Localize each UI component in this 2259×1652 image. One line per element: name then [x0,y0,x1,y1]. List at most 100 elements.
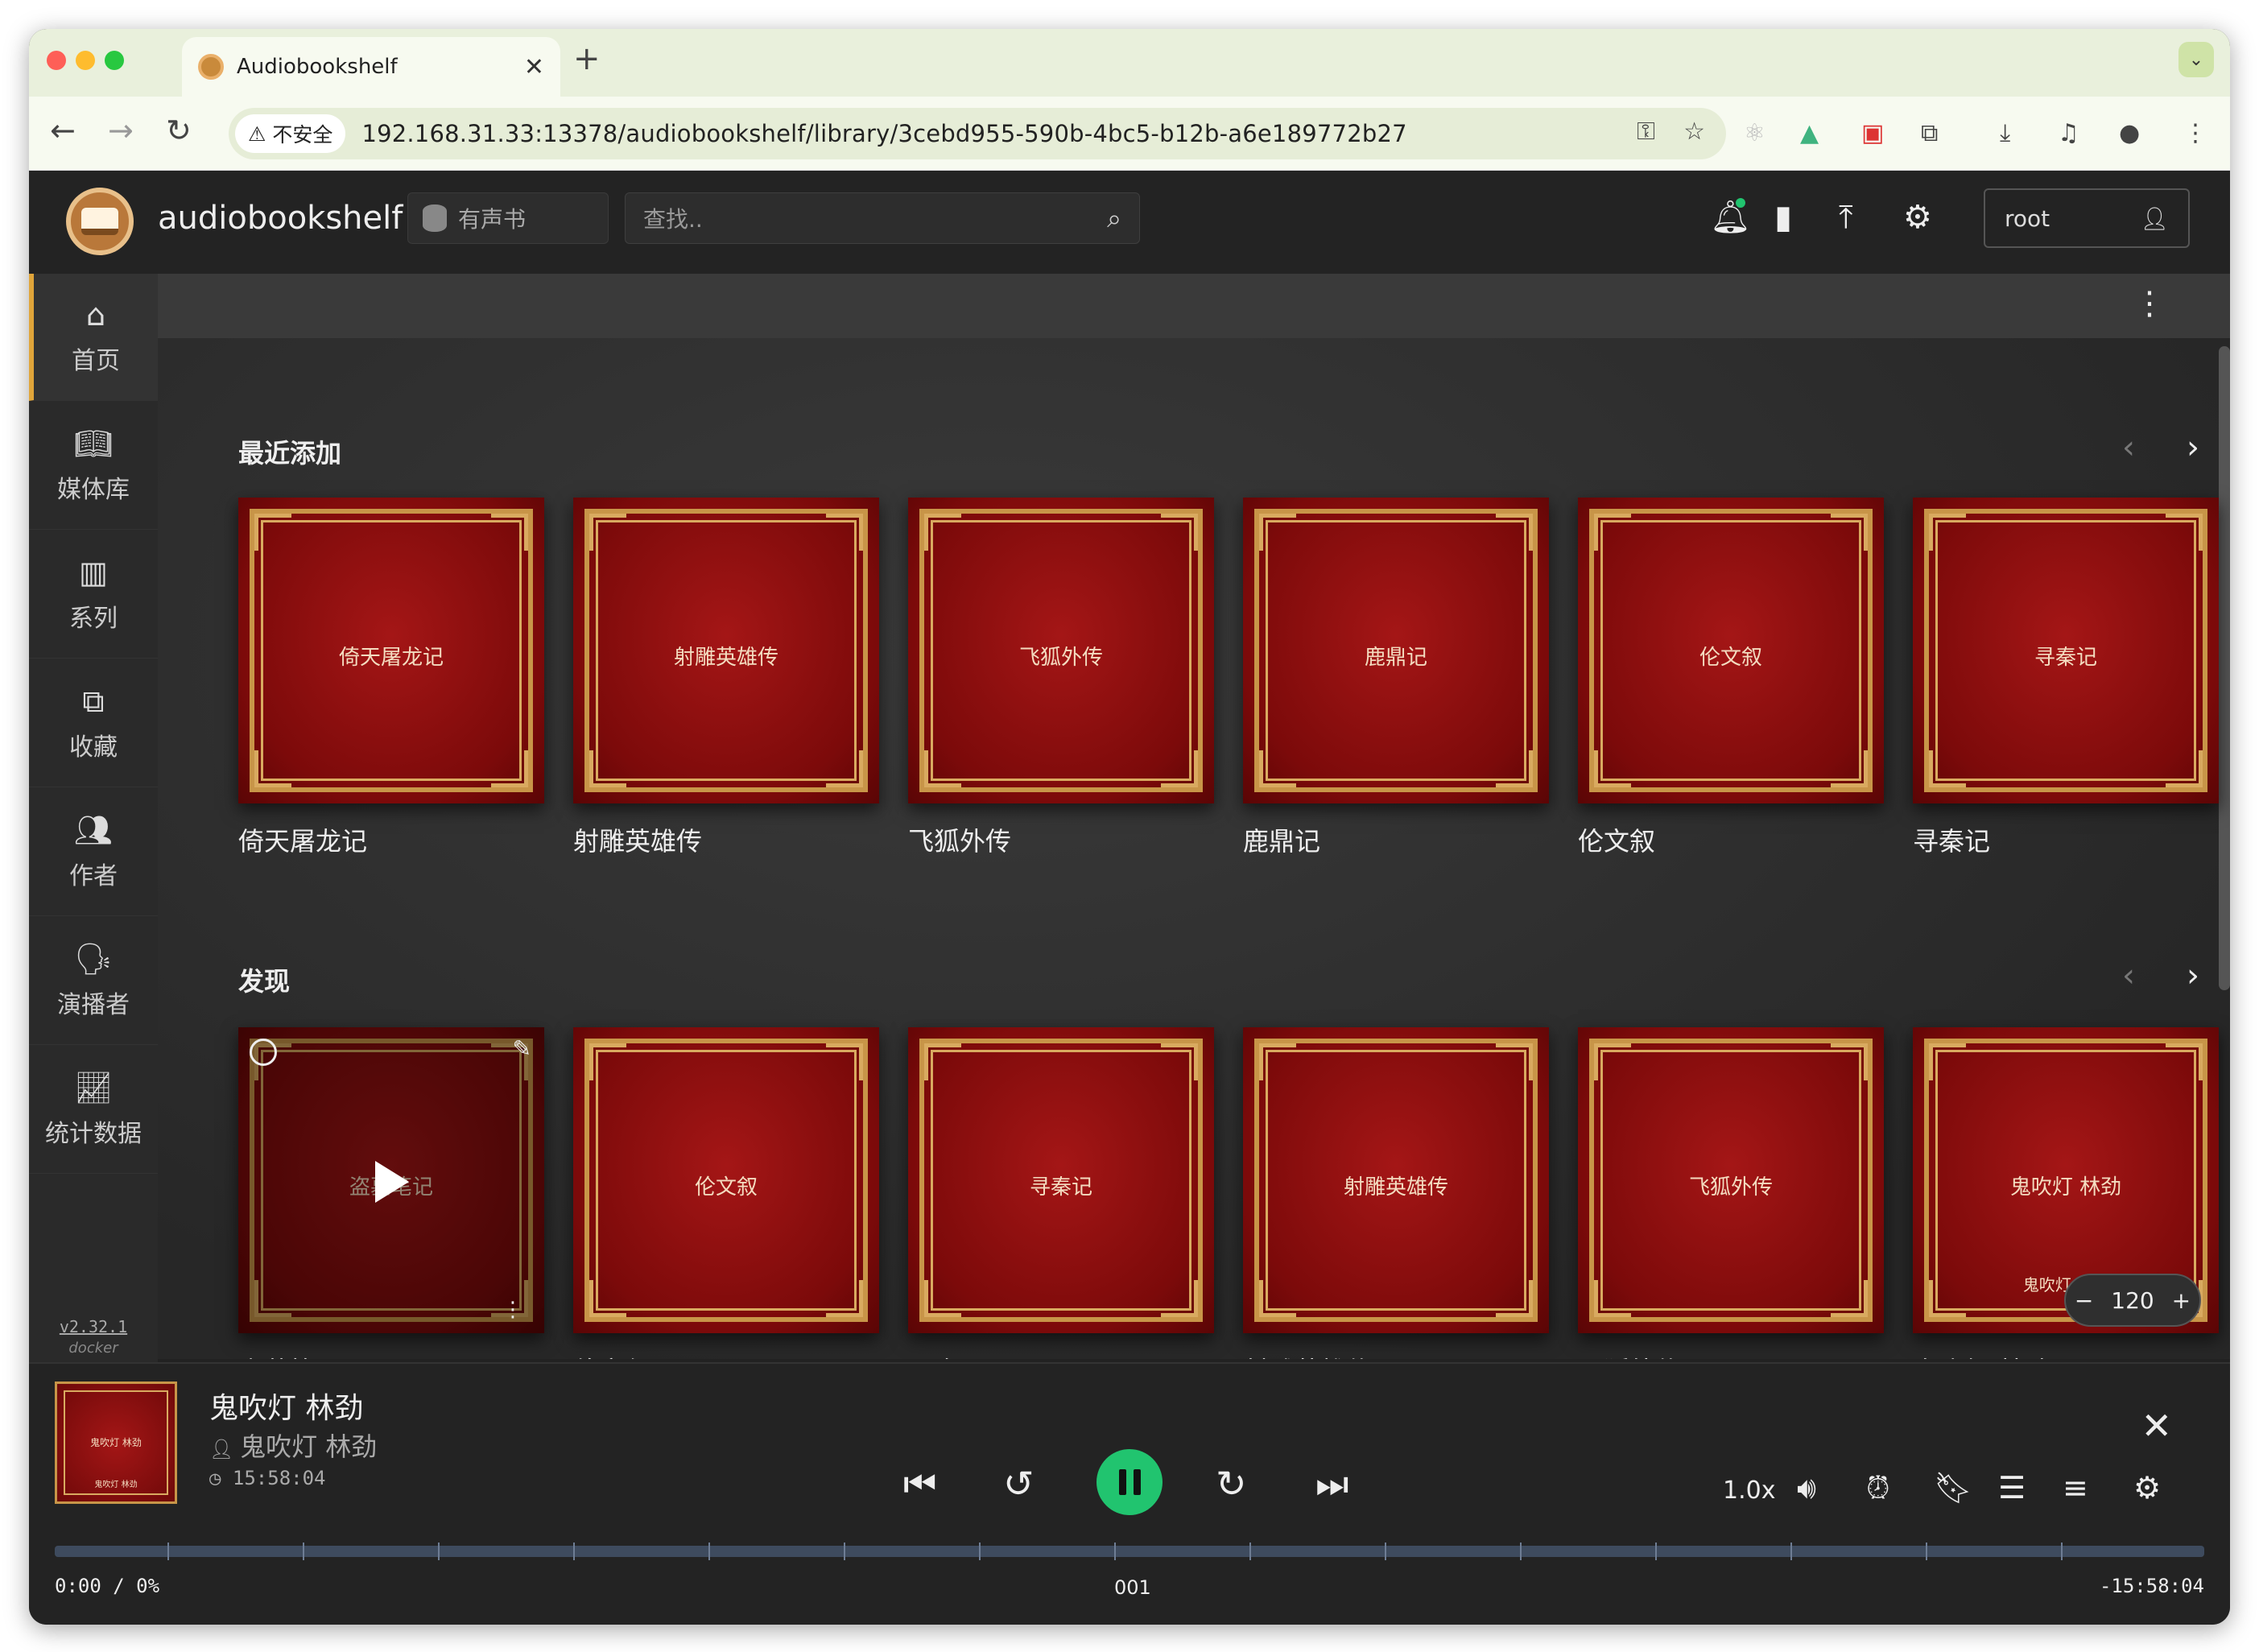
book-card[interactable]: 伦文叙 伦文叙 [1578,498,1884,858]
back-arrow-icon[interactable]: ← [50,114,76,147]
card-more-icon[interactable]: ⋮ [502,1298,523,1322]
book-card[interactable]: 盗墓笔记 ✎ ⋮ 盗墓笔记 [238,1027,544,1359]
player-author[interactable]: 👤︎ 鬼吹灯 林劲 [209,1427,377,1464]
book-card[interactable]: 寻秦记 寻秦记 [1913,498,2219,858]
sleep-timer-icon[interactable]: ⏰︎ [1866,1472,1890,1504]
forward-arrow-icon[interactable]: → [108,114,134,147]
reload-icon[interactable]: ↻ [166,114,192,147]
book-title[interactable]: 飞狐外传 [908,821,1214,858]
select-checkbox-icon[interactable] [250,1039,277,1066]
user-account-button[interactable]: root 👤︎ [1984,188,2190,248]
book-cover[interactable]: 盗墓笔记 ✎ ⋮ [238,1027,544,1333]
new-tab-button[interactable]: + [573,40,601,77]
book-cover[interactable]: 伦文叙 [1578,498,1884,803]
book-cover[interactable]: 射雕英雄传 [573,498,879,803]
shelf-prev-icon[interactable]: ‹ [2122,960,2135,992]
audiobookshelf-logo-icon[interactable] [66,188,134,255]
sidebar-item-home[interactable]: ⌂ 首页 [29,274,158,401]
toolbar-more-icon[interactable]: ⋮ [2133,285,2166,322]
security-chip[interactable]: ⚠ 不安全 [235,114,346,153]
stats-bars-icon[interactable]: ▮ [1774,200,1792,235]
chapters-list-icon[interactable]: ☰ [1998,1472,2026,1504]
vue-devtools-icon[interactable]: ▲ [1800,118,1819,150]
url-text[interactable]: 192.168.31.33:13378/audiobookshelf/libra… [361,120,1406,147]
book-card[interactable]: 射雕英雄传 射雕英雄传 [573,498,879,858]
sidebar-item-series[interactable]: ▥ 系列 [29,531,158,659]
book-cover[interactable]: 飞狐外传 [1578,1027,1884,1333]
book-card[interactable]: 射雕英雄传 射雕英雄传 [1243,1027,1549,1359]
book-title[interactable]: 飞狐外传 [1578,1351,1884,1359]
omnibox[interactable]: ⚠ 不安全 192.168.31.33:13378/audiobookshelf… [229,108,1726,159]
playback-speed-button[interactable]: 1.0x [1723,1476,1775,1505]
jump-backward-icon[interactable]: ↺ [1003,1464,1035,1504]
minimize-window-button[interactable] [76,51,95,70]
book-title[interactable]: 伦文叙 [573,1351,879,1359]
scrollbar[interactable] [2219,346,2230,990]
volume-icon[interactable]: 🔊︎ [1797,1472,1816,1504]
book-cover[interactable]: 鹿鼎记 [1243,498,1549,803]
book-cover[interactable]: 寻秦记 [1913,498,2219,803]
book-title[interactable]: 寻秦记 [1913,821,2219,858]
next-chapter-icon[interactable]: ⏭︎ [1315,1464,1348,1504]
bookmark-star-icon[interactable]: ☆ [1683,118,1705,146]
book-cover[interactable]: 倚天屠龙记 [238,498,544,803]
sidebar-item-stats[interactable]: 📈︎ 统计数据 [29,1047,158,1174]
close-player-icon[interactable]: ✕ [2141,1404,2172,1448]
browser-menu-icon[interactable]: ⋮ [2183,118,2207,150]
bookmark-icon[interactable]: 🔖︎ [1934,1472,1972,1504]
book-card[interactable]: 鹿鼎记 鹿鼎记 [1243,498,1549,858]
zoom-window-button[interactable] [105,51,124,70]
extensions-puzzle-icon[interactable]: ⧉ [1921,118,1938,150]
sidebar-item-collections[interactable]: ⧉ 收藏 [29,660,158,787]
book-cover[interactable]: 飞狐外传 [908,498,1214,803]
download-icon[interactable]: ⤓ [2000,118,2010,150]
play-icon[interactable] [375,1161,409,1203]
zoom-out-button[interactable]: − [2075,1287,2093,1314]
book-cover[interactable]: 寻秦记 [908,1027,1214,1333]
book-title[interactable]: 射雕英雄传 [573,821,879,858]
player-cover[interactable]: 鬼吹灯 林劲 鬼吹灯 林劲 [55,1381,177,1504]
profile-avatar-icon[interactable]: ● [2119,118,2140,150]
shelf-next-icon[interactable]: › [2187,960,2199,992]
media-control-icon[interactable]: ♫ [2058,118,2079,150]
shelf-next-icon[interactable]: › [2187,432,2199,464]
tab-search-chevron-icon[interactable]: ⌄ [2178,42,2214,77]
book-title[interactable]: 伦文叙 [1578,821,1884,858]
book-title[interactable]: 鬼吹灯 林劲 [1913,1351,2219,1359]
book-card[interactable]: 倚天屠龙记 倚天屠龙记 [238,498,544,858]
close-tab-icon[interactable]: ✕ [524,53,544,81]
sidebar-item-authors[interactable]: 👥︎ 作者 [29,789,158,916]
book-title[interactable]: 射雕英雄传 [1243,1351,1549,1359]
edit-pencil-icon[interactable]: ✎ [513,1035,531,1062]
zoom-in-button[interactable]: + [2172,1287,2191,1314]
book-cover[interactable]: 射雕英雄传 [1243,1027,1549,1333]
search-input[interactable]: 查找.. ⌕ [625,192,1140,244]
sidebar-item-library[interactable]: 📖︎ 媒体库 [29,403,158,530]
shelf-prev-icon[interactable]: ‹ [2122,432,2135,464]
settings-gear-icon[interactable]: ⚙ [1903,200,1932,235]
upload-icon[interactable]: ⤒ [1839,200,1853,235]
book-cover[interactable]: 伦文叙 [573,1027,879,1333]
fe-helper-icon[interactable]: ▣ [1861,118,1884,150]
brand-name[interactable]: audiobookshelf [158,200,403,237]
book-title[interactable]: 寻秦记 [908,1351,1214,1359]
version-link[interactable]: v2.32.1 [29,1317,158,1336]
book-title[interactable]: 倚天屠龙记 [238,821,544,858]
book-card[interactable]: 伦文叙 伦文叙 [573,1027,879,1359]
book-card[interactable]: 飞狐外传 飞狐外传 [1578,1027,1884,1359]
book-title[interactable]: 鹿鼎记 [1243,821,1549,858]
browser-tab[interactable]: Audiobookshelf ✕ [182,37,560,97]
password-key-icon[interactable]: ⚿ [1637,118,1655,146]
jump-forward-icon[interactable]: ↻ [1216,1464,1247,1504]
sidebar-item-narrators[interactable]: 🗣︎ 演播者 [29,918,158,1045]
progress-track[interactable] [55,1543,2204,1560]
player-settings-icon[interactable]: ⚙ [2133,1472,2161,1504]
book-card[interactable]: 寻秦记 寻秦记 [908,1027,1214,1359]
player-title[interactable]: 鬼吹灯 林劲 [209,1385,363,1427]
book-card[interactable]: 飞狐外传 飞狐外传 [908,498,1214,858]
previous-chapter-icon[interactable]: ⏮︎ [903,1464,936,1504]
close-window-button[interactable] [47,51,66,70]
queue-icon[interactable]: ≡ [2063,1472,2088,1504]
pause-button[interactable] [1096,1449,1163,1515]
library-selector[interactable]: 有声书 [407,192,609,244]
